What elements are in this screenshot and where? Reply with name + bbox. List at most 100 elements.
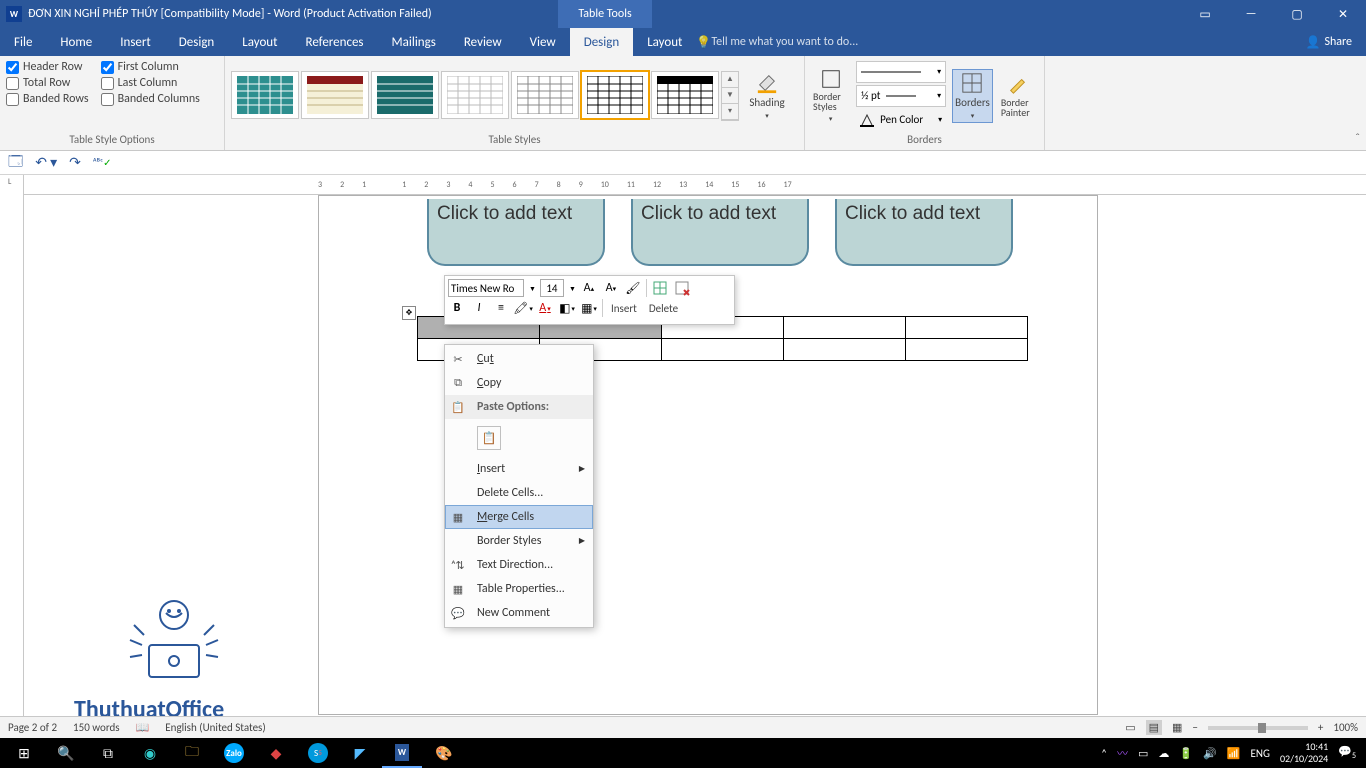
tray-battery-icon[interactable]: 🔋 (1179, 747, 1193, 760)
mini-font-name[interactable] (448, 279, 524, 297)
status-words[interactable]: 150 words (73, 721, 120, 734)
status-page[interactable]: Page 2 of 2 (8, 721, 57, 734)
share-button[interactable]: 👤 Share (1291, 28, 1366, 56)
border-line-style[interactable]: ▾ (856, 61, 946, 83)
ctx-cut[interactable]: ✂Cut (445, 347, 593, 371)
ctx-new-comment[interactable]: 💬New Comment (445, 601, 593, 625)
minimize-button[interactable]: — (1228, 0, 1274, 28)
tray-volume-icon[interactable]: 🔊 (1203, 747, 1217, 760)
table-cell[interactable] (906, 317, 1028, 339)
qat-save-icon[interactable]: 🗔 (8, 151, 23, 175)
table-style-2[interactable] (301, 71, 369, 119)
zoom-slider[interactable] (1208, 726, 1308, 730)
ctx-insert[interactable]: Insert▶ (445, 457, 593, 481)
mini-grow-font-icon[interactable]: A▴ (580, 279, 598, 297)
check-header-row[interactable]: Header Row (6, 60, 89, 74)
taskbar-app-3-icon[interactable]: ◤ (340, 738, 380, 768)
tray-onedrive-icon[interactable]: ☁ (1158, 747, 1169, 760)
view-web-layout-icon[interactable]: ▦ (1172, 721, 1182, 734)
taskbar-edge-icon[interactable]: ◉ (130, 738, 170, 768)
table-styles-gallery[interactable]: ▲▼▾ (231, 71, 739, 121)
zoom-in[interactable]: + (1318, 721, 1323, 734)
tray-wifi-icon[interactable]: 📶 (1227, 747, 1241, 760)
tray-clock[interactable]: 10:4102/10/2024 (1280, 741, 1328, 765)
tray-chevron-icon[interactable]: ˄ (1101, 747, 1107, 760)
view-read-mode-icon[interactable]: ▭ (1125, 721, 1135, 734)
tray-meet-now-icon[interactable]: ▭ (1138, 747, 1148, 760)
table-cell[interactable] (784, 339, 906, 361)
tab-view[interactable]: View (516, 28, 570, 56)
tab-table-layout[interactable]: Layout (633, 28, 696, 56)
mini-highlight-icon[interactable]: 🖍▾ (514, 299, 532, 317)
qat-undo-icon[interactable]: ↶ ▾ (35, 154, 57, 171)
tray-app-icon[interactable]: 〰 (1117, 745, 1128, 761)
tray-notifications-icon[interactable]: 💬5 (1338, 745, 1356, 761)
text-shape-3[interactable]: Click to add text (835, 199, 1013, 266)
pen-color-button[interactable]: Pen Color▾ (856, 109, 946, 131)
mini-delete-icon[interactable] (673, 279, 691, 297)
task-view-icon[interactable]: ⧉ (88, 738, 128, 768)
check-last-column[interactable]: Last Column (101, 76, 200, 90)
gallery-scroll[interactable]: ▲▼▾ (721, 71, 739, 121)
table-style-grid[interactable] (581, 71, 649, 119)
ctx-paste-option-keep-source[interactable]: 📋 (445, 419, 593, 457)
view-print-layout-icon[interactable]: ▤ (1146, 720, 1162, 735)
tab-references[interactable]: References (292, 28, 378, 56)
table-cell[interactable] (906, 339, 1028, 361)
collapse-ribbon[interactable]: ˆ (1355, 132, 1360, 146)
mini-font-size[interactable] (540, 279, 564, 297)
check-total-row[interactable]: Total Row (6, 76, 89, 90)
mini-shrink-font-icon[interactable]: A▾ (602, 279, 620, 297)
taskbar-app-2-icon[interactable]: S5 (298, 738, 338, 768)
tab-table-design[interactable]: Design (570, 28, 633, 56)
mini-insert-label[interactable]: Insert (607, 302, 641, 315)
border-line-weight[interactable]: ½ pt▾ (856, 85, 946, 107)
table-style-7[interactable] (651, 71, 719, 119)
mini-borders-icon[interactable]: ▦▾ (580, 299, 598, 317)
mini-bold-icon[interactable]: B (448, 299, 466, 317)
taskbar-word-icon[interactable]: W (382, 738, 422, 768)
table-style-1[interactable] (231, 71, 299, 119)
tab-review[interactable]: Review (450, 28, 516, 56)
ctx-table-properties[interactable]: ▦Table Properties... (445, 577, 593, 601)
table-cell[interactable] (662, 339, 784, 361)
ctx-merge-cells[interactable]: ▦Merge Cells (445, 505, 593, 529)
text-shape-1[interactable]: Click to add text (427, 199, 605, 266)
taskbar-search-icon[interactable]: 🔍 (46, 738, 86, 768)
mini-shading-icon[interactable]: ◧▾ (558, 299, 576, 317)
check-first-column[interactable]: First Column (101, 60, 200, 74)
start-button[interactable]: ⊞ (4, 738, 44, 768)
tab-home[interactable]: Home (46, 28, 106, 56)
ribbon-display-options[interactable]: ▭ (1182, 0, 1228, 28)
table-move-handle[interactable]: ✥ (402, 306, 416, 320)
qat-spellcheck-icon[interactable]: ᴬᴮᶜ✓ (93, 156, 112, 169)
zoom-out[interactable]: − (1192, 721, 1197, 734)
borders-button[interactable]: Borders▾ (952, 69, 993, 123)
tab-mailings[interactable]: Mailings (378, 28, 450, 56)
mini-font-color-icon[interactable]: A▾ (536, 299, 554, 317)
border-painter-button[interactable]: Border Painter (999, 72, 1038, 120)
table-style-5[interactable] (511, 71, 579, 119)
mini-format-painter-icon[interactable]: 🖌 (624, 279, 642, 297)
taskbar-paint-icon[interactable]: 🎨 (424, 738, 464, 768)
status-language[interactable]: English (United States) (165, 721, 265, 734)
taskbar-explorer-icon[interactable]: 🗀 (172, 738, 212, 768)
tab-insert[interactable]: Insert (106, 28, 165, 56)
ctx-text-direction[interactable]: ᴬ⇅Text Direction... (445, 553, 593, 577)
tray-language[interactable]: ENG (1251, 747, 1270, 760)
tab-design[interactable]: Design (165, 28, 228, 56)
table-style-4[interactable] (441, 71, 509, 119)
taskbar-app-1-icon[interactable]: ◆ (256, 738, 296, 768)
ctx-border-styles[interactable]: Border Styles▶ (445, 529, 593, 553)
mini-delete-label[interactable]: Delete (645, 302, 682, 315)
taskbar-zalo-icon[interactable]: Zalo (214, 738, 254, 768)
check-banded-columns[interactable]: Banded Columns (101, 92, 200, 106)
mini-align-icon[interactable]: ≡ (492, 299, 510, 317)
table-style-3[interactable] (371, 71, 439, 119)
document-page[interactable]: Click to add text Click to add text Clic… (318, 195, 1098, 715)
shading-button[interactable]: Shading▾ (743, 70, 791, 122)
status-proofing-icon[interactable]: 📖 (136, 721, 150, 734)
mini-insert-icon[interactable] (651, 279, 669, 297)
table-cell[interactable] (784, 317, 906, 339)
mini-italic-icon[interactable]: I (470, 299, 488, 317)
